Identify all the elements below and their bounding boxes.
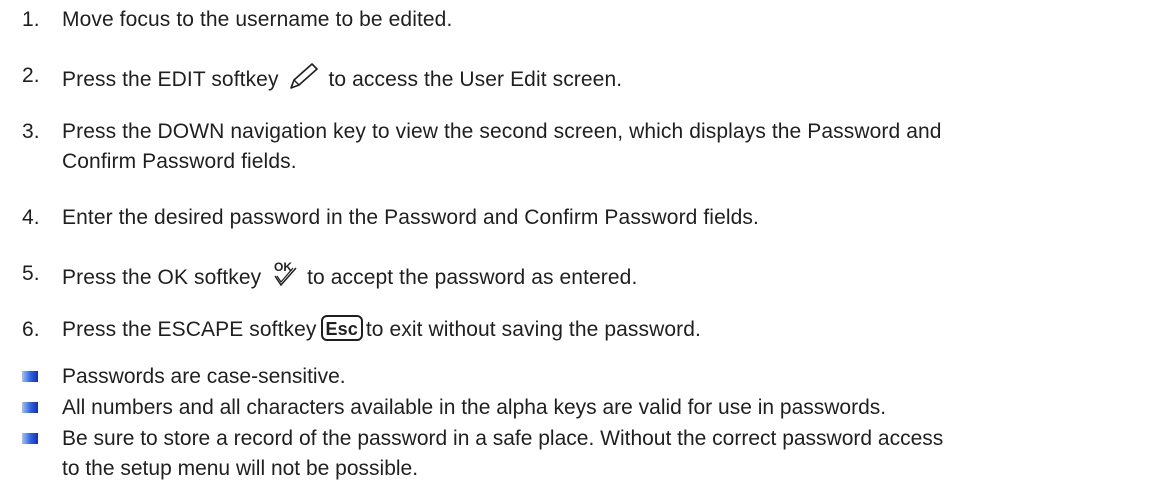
step-3: 3. Press the DOWN navigation key to view… [22, 117, 1142, 177]
bullet-square-icon [22, 433, 38, 444]
step-number: 4. [22, 206, 40, 229]
note-text-line-2: to the setup menu will not be possible. [62, 457, 419, 480]
note-1: Passwords are case-sensitive. [22, 362, 1152, 392]
step-text-after: to accept the password as entered. [307, 266, 638, 290]
step-text-before: Press the ESCAPE softkey [62, 318, 317, 341]
note-text: All numbers and all characters available… [62, 396, 887, 419]
bullet-square-icon [22, 371, 38, 382]
step-number: 3. [22, 120, 40, 143]
step-number: 1. [22, 8, 40, 31]
instruction-page: 1. Move focus to the username to be edit… [0, 0, 1168, 492]
step-text-before: Press the OK softkey [62, 266, 262, 290]
step-text-after: to access the User Edit screen. [328, 68, 623, 92]
bullet-square-icon [22, 402, 38, 413]
step-text: Enter the desired password in the Passwo… [62, 206, 759, 229]
step-number: 5. [22, 262, 40, 285]
step-text-line-1: Press the DOWN navigation key to view th… [62, 120, 942, 143]
note-3: Be sure to store a record of the passwor… [22, 424, 1152, 484]
step-2: 2. Press the EDIT softkey to access the … [22, 61, 1142, 100]
step-6: 6. Press the ESCAPE softkey Esc to exit wi… [22, 315, 1142, 345]
note-text: Passwords are case-sensitive. [62, 365, 346, 388]
step-text: Move focus to the username to be edited. [62, 8, 453, 31]
step-number: 2. [22, 64, 40, 87]
step-text-after: to exit without saving the password. [365, 318, 701, 341]
note-2: All numbers and all characters available… [22, 393, 1152, 423]
step-text-before: Press the EDIT softkey [62, 68, 279, 92]
step-5: 5. Press the OK softkey OK to accept the… [22, 259, 1142, 298]
ok-check-icon: OK [269, 259, 299, 298]
pencil-icon [287, 61, 321, 100]
step-1: 1. Move focus to the username to be edit… [22, 5, 1142, 35]
note-text-line-1: Be sure to store a record of the passwor… [62, 427, 944, 450]
step-number: 6. [22, 318, 40, 341]
step-text-line-2: Confirm Password fields. [62, 150, 297, 173]
esc-key-icon: Esc [320, 315, 363, 342]
step-4: 4. Enter the desired password in the Pas… [22, 203, 1142, 233]
